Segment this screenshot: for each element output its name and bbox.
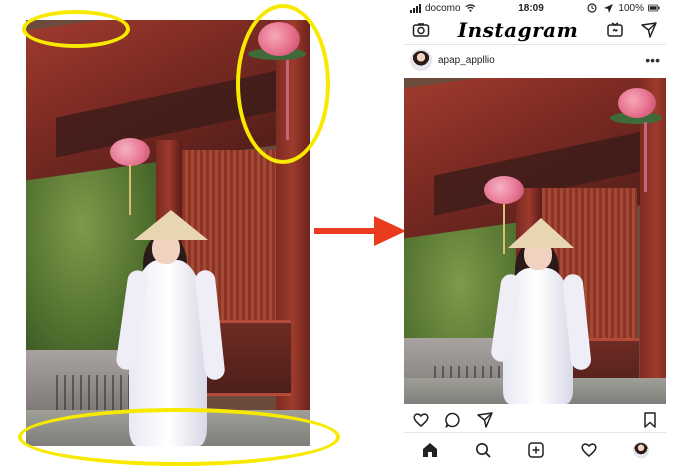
add-post-icon[interactable] xyxy=(527,441,545,459)
lantern-tassel xyxy=(644,122,647,192)
lantern-tassel-middle xyxy=(129,165,131,215)
avatar[interactable] xyxy=(410,49,432,71)
activity-heart-icon[interactable] xyxy=(580,441,598,459)
instagram-phone-view: docomo 18:09 100% Instagram apap_appllio… xyxy=(404,0,666,466)
signal-icon xyxy=(410,3,421,13)
search-icon[interactable] xyxy=(474,441,492,459)
comment-icon[interactable] xyxy=(444,411,462,429)
battery-percent: 100% xyxy=(618,2,644,14)
instagram-logo: Instagram xyxy=(457,18,579,42)
home-icon[interactable] xyxy=(421,441,439,459)
share-icon[interactable] xyxy=(476,411,494,429)
status-right: 100% xyxy=(586,3,660,14)
battery-icon xyxy=(647,4,660,12)
highlight-ellipse-top-right xyxy=(236,4,330,164)
post-actions xyxy=(404,407,666,433)
location-arrow-icon xyxy=(604,4,614,13)
more-icon[interactable]: ••• xyxy=(645,53,660,67)
wifi-icon xyxy=(465,4,475,12)
post-photo[interactable] xyxy=(404,78,666,404)
lotus-lantern-middle xyxy=(484,176,524,204)
heart-icon[interactable] xyxy=(412,411,430,429)
lantern-tassel-middle xyxy=(503,204,505,254)
camera-icon[interactable] xyxy=(412,21,430,39)
topbar-actions xyxy=(606,21,658,39)
lotus-lantern-top xyxy=(618,88,656,118)
carrier-label: docomo xyxy=(425,2,461,14)
red-arrow-icon xyxy=(314,216,406,246)
highlight-ellipse-top-left xyxy=(22,10,130,48)
highlight-ellipse-bottom xyxy=(18,408,340,466)
instagram-topbar: Instagram xyxy=(404,16,666,45)
post-username[interactable]: apap_appllio xyxy=(438,55,495,66)
alarm-icon xyxy=(587,3,598,13)
status-bar: docomo 18:09 100% xyxy=(404,0,666,16)
bookmark-icon[interactable] xyxy=(642,411,658,429)
direct-icon[interactable] xyxy=(640,21,658,39)
igtv-icon[interactable] xyxy=(606,21,624,39)
status-time: 18:09 xyxy=(518,2,544,14)
profile-avatar-icon[interactable] xyxy=(632,441,649,458)
lotus-lantern-middle xyxy=(110,138,150,166)
post-header: apap_appllio ••• xyxy=(404,45,666,75)
bottom-tab-bar xyxy=(404,432,666,466)
status-left: docomo xyxy=(410,3,476,14)
